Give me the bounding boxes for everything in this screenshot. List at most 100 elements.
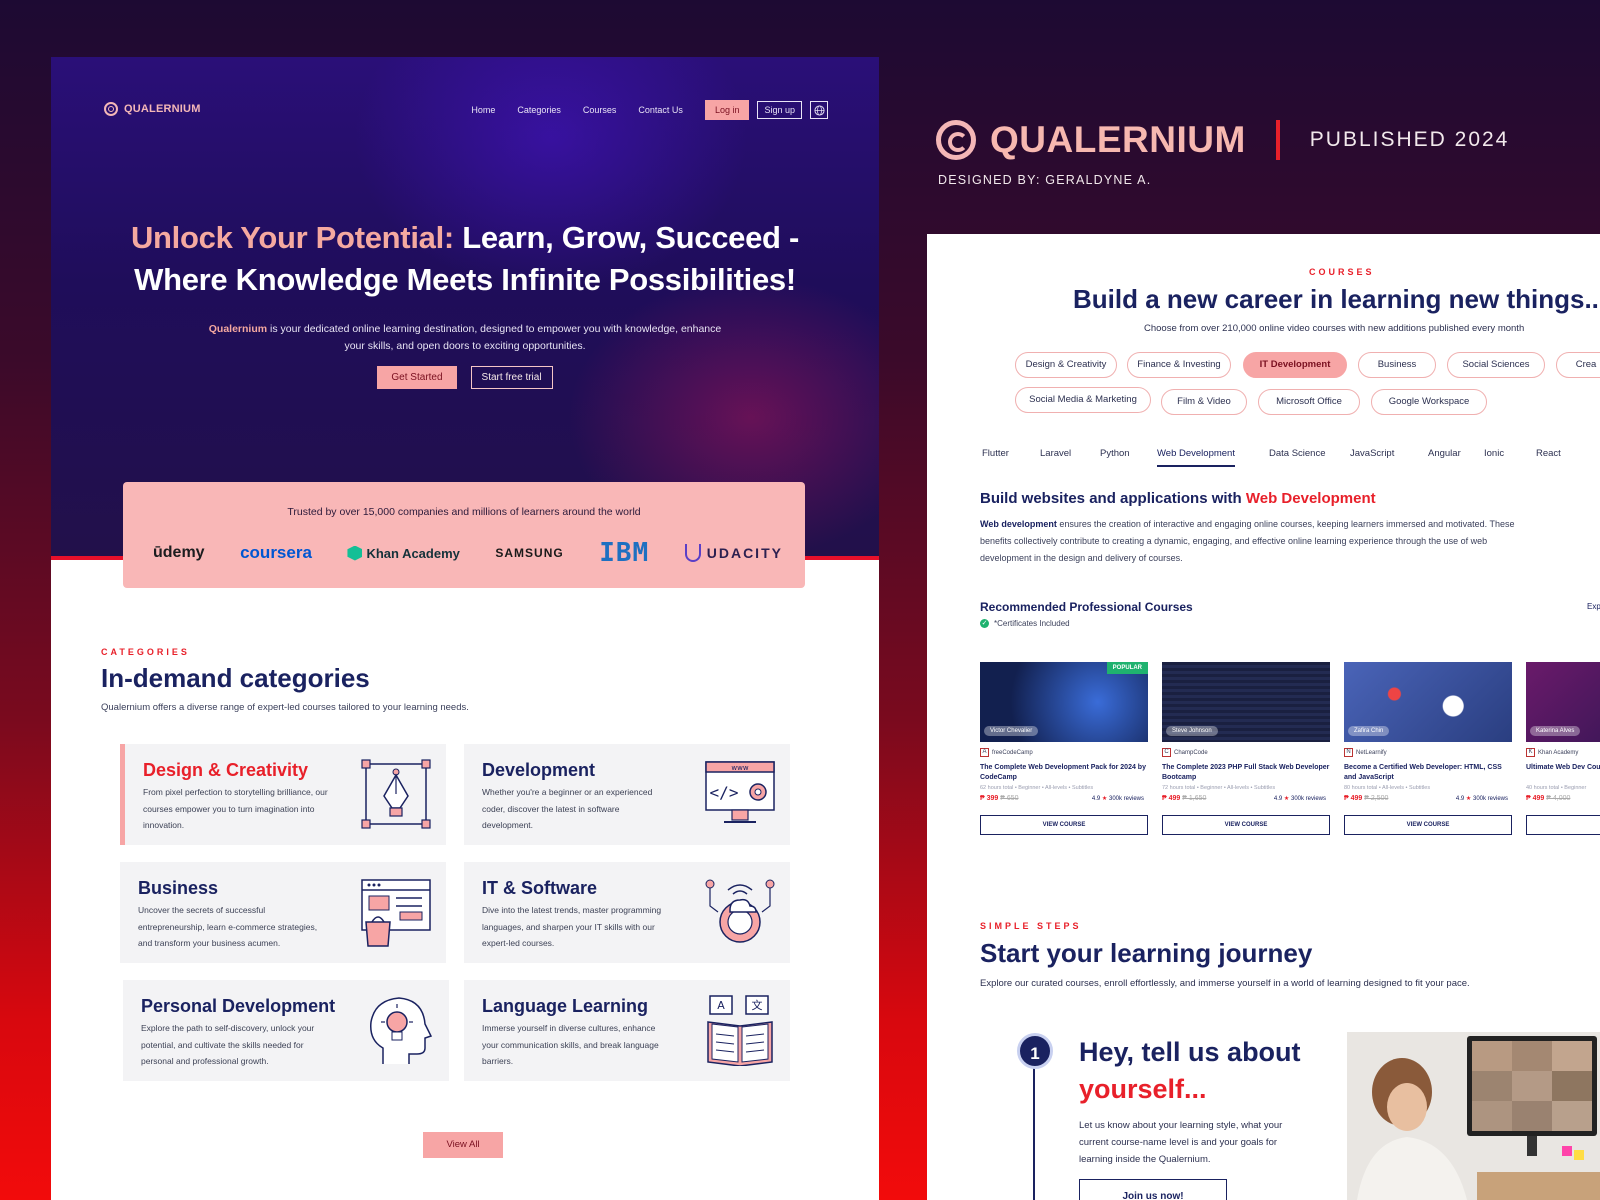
chip-film-video[interactable]: Film & Video [1161,389,1247,415]
view-course-button[interactable]: VIEW COURSE [980,815,1148,835]
old-price: ₱ 1,650 [1182,795,1207,802]
step-title-line-1: Hey, tell us about [1079,1037,1301,1067]
nav-link-courses[interactable]: Courses [583,105,617,115]
category-desc: Whether you're a beginner or an experien… [482,787,653,830]
course-title: The Complete Web Development Pack for 20… [980,764,1146,781]
chip-social-sciences[interactable]: Social Sciences [1447,352,1545,378]
course-card[interactable]: POPULAR Victor Chevalier AfreeCodeCamp T… [980,662,1148,838]
hero-title-line-2: Where Knowledge Meets Infinite Possibili… [134,262,796,297]
course-title: Ultimate Web Dev Course [1526,764,1600,771]
signup-button[interactable]: Sign up [757,101,802,119]
nav-link-contact[interactable]: Contact Us [638,105,683,115]
explore-link[interactable]: Exp [1587,602,1600,611]
webdev-desc-text: ensures the creation of interactive and … [980,519,1515,563]
view-all-button[interactable]: View All [423,1132,503,1158]
steps-title: Start your learning journey [980,938,1313,968]
view-course-button[interactable]: VIEW COURSE [1162,815,1330,835]
learner-photo [1347,1032,1600,1200]
coursera-logo: coursera [240,543,312,562]
category-title: IT & Software [482,878,598,898]
tab-laravel[interactable]: Laravel [1040,448,1071,459]
nav-link-categories[interactable]: Categories [517,105,561,115]
step-title: Hey, tell us about yourself... [1079,1034,1319,1108]
udemy-logo: ūdemy [153,544,205,561]
course-card[interactable]: Katerina Alves K Khan Academy Ultimate We… [1526,662,1600,838]
cloud-gear-icon [705,879,775,943]
webdev-title: Build websites and applications with Web… [980,490,1376,507]
svg-text:</>: </> [710,783,739,802]
certificates-text: *Certificates Included [994,619,1070,628]
tab-flutter[interactable]: Flutter [982,448,1009,459]
rating-value: 4.9 [1273,796,1283,802]
course-provider: C ChampCode [1162,748,1208,757]
courses-title: Build a new career in learning new thing… [1073,284,1600,314]
recommended-title: Recommended Professional Courses [980,600,1193,614]
category-card-design[interactable]: Design & Creativity From pixel perfectio… [120,744,446,845]
tab-python[interactable]: Python [1100,448,1130,459]
view-course-button[interactable]: VIEW COURSE [1344,815,1512,835]
chip-business[interactable]: Business [1358,352,1436,378]
chip-it-development[interactable]: IT Development [1243,352,1347,378]
designer-credit: DESIGNED BY: GERALDYNE A. [938,173,1152,187]
udacity-u-icon [684,544,701,562]
chip-social-media-marketing[interactable]: Social Media & Marketing [1015,387,1151,413]
star-icon: ★ [1465,796,1472,802]
hero-subtitle-text: is your dedicated online learning destin… [267,323,722,352]
category-card-development[interactable]: Development Whether you're a beginner or… [464,744,790,845]
course-author: Victor Chevalier [984,726,1039,736]
chip-microsoft-office[interactable]: Microsoft Office [1258,389,1360,415]
join-button[interactable]: Join us now! [1079,1179,1227,1200]
tab-data-science[interactable]: Data Science [1269,448,1326,459]
chip-design-creativity[interactable]: Design & Creativity [1015,352,1117,378]
course-card[interactable]: Zafira Chin N NetLearnify Become a Certif… [1344,662,1512,838]
provider-icon: K [1526,748,1535,757]
tab-ionic[interactable]: Ionic [1484,448,1504,459]
nav-logo-text: QUALERNIUM [124,103,201,115]
udacity-logo: UDACITY [684,544,783,562]
course-rating: 4.9 ★ 300k reviews [1274,795,1326,802]
hero-subtitle: Qualernium is your dedicated online lear… [201,321,729,355]
hero-title-line-1: Learn, Grow, Succeed - [453,220,800,255]
nav-link-home[interactable]: Home [471,105,495,115]
login-button[interactable]: Log in [704,100,750,120]
tab-web-development[interactable]: Web Development [1157,448,1235,467]
category-desc: From pixel perfection to storytelling br… [143,787,328,830]
review-count: 300k reviews [1472,796,1508,802]
course-meta: 80 hours total • All-levels • Subtitles [1344,785,1431,791]
globe-icon[interactable] [810,101,828,119]
chip-crea[interactable]: Crea [1556,352,1600,378]
course-card[interactable]: Steve Johnson C ChampCode The Complete 20… [1162,662,1330,838]
course-provider: N NetLearnify [1344,748,1387,757]
tab-javascript[interactable]: JavaScript [1350,448,1394,459]
free-trial-button[interactable]: Start free trial [470,366,553,389]
nav-logo[interactable]: QUALERNIUM [104,102,201,116]
view-course-button[interactable] [1526,815,1600,835]
khan-academy-text: Khan Academy [366,545,460,561]
tab-react[interactable]: React [1536,448,1561,459]
category-desc: Explore the path to self-discovery, unlo… [141,1023,315,1066]
code-monitor-icon: www </> [705,761,775,823]
category-card-it-software[interactable]: IT & Software Dive into the latest trend… [464,862,790,963]
category-card-business[interactable]: Business Uncover the secrets of successf… [120,862,446,963]
course-price: ₱ 499 ₱ 1,650 [1162,795,1206,802]
steps-subtitle: Explore our curated courses, enroll effo… [980,978,1470,989]
category-card-personal-development[interactable]: Personal Development Explore the path to… [123,980,449,1081]
ecommerce-icon [361,879,431,947]
brand-header: QUALERNIUM PUBLISHED 2024 [936,118,1509,162]
chip-finance-investing[interactable]: Finance & Investing [1127,352,1231,378]
head-bulb-icon [370,997,433,1064]
partner-logos: ūdemy coursera Khan Academy SAMSUNG IBM … [153,538,783,568]
ibm-logo: IBM [599,538,650,568]
nav-links: Home Categories Courses Contact Us Log i… [471,100,828,120]
category-desc: Dive into the latest trends, master prog… [482,905,662,948]
chip-google-workspace[interactable]: Google Workspace [1371,389,1487,415]
get-started-button[interactable]: Get Started [377,366,457,389]
category-title: Personal Development [141,996,336,1016]
course-meta: 72 hours total • Beginner • All-levels •… [1162,785,1276,791]
tab-angular[interactable]: Angular [1428,448,1461,459]
category-card-language[interactable]: Language Learning Immerse yourself in di… [464,980,790,1081]
categories-eyebrow: CATEGORIES [101,647,190,657]
category-desc: Immerse yourself in diverse cultures, en… [482,1023,659,1066]
course-rating: 4.9 ★ 300k reviews [1456,795,1508,802]
course-title: Become a Certified Web Developer: HTML, … [1344,764,1502,781]
